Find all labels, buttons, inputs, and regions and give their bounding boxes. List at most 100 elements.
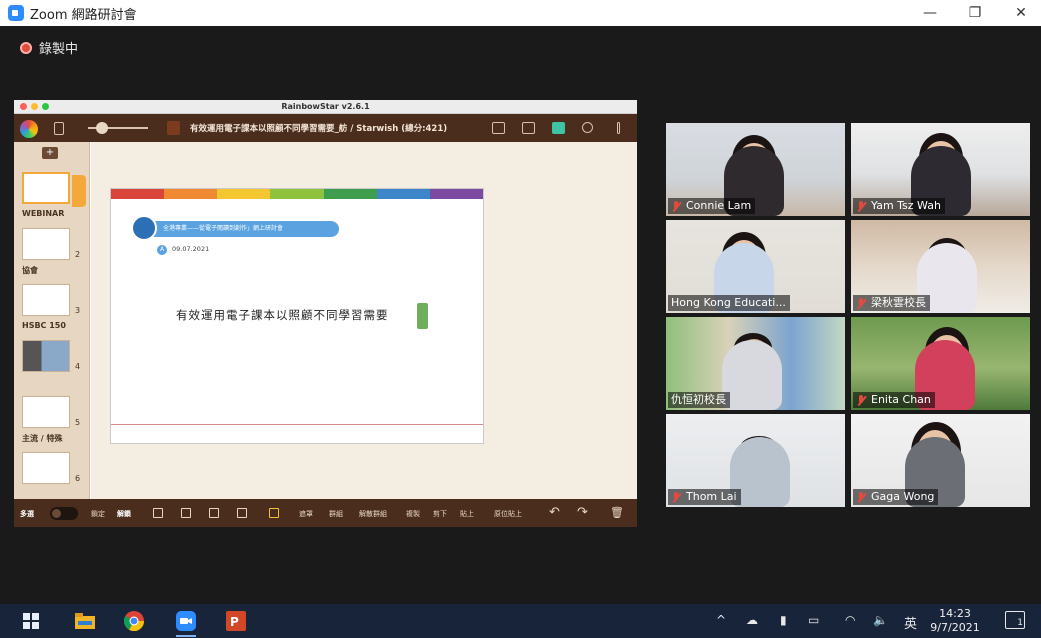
redo-icon[interactable]: ↷	[577, 505, 588, 520]
notifications-icon[interactable]: 1	[1005, 611, 1025, 629]
layer-backward-icon[interactable]	[209, 508, 219, 518]
copy-button[interactable]: 複製	[406, 509, 420, 519]
zoom-logo-icon	[8, 5, 24, 21]
rainbowstar-titlebar: RainbowStar v2.6.1	[14, 100, 637, 114]
participant-tile[interactable]: Enita Chan	[851, 317, 1030, 410]
participant-tile-active-speaker[interactable]: 仇恒初校長	[666, 317, 845, 410]
pen-icon	[131, 215, 157, 241]
layer-back-icon[interactable]	[237, 508, 247, 518]
recording-indicator[interactable]: 錄製中	[20, 38, 78, 57]
add-page-icon[interactable]	[552, 122, 565, 134]
trash-icon[interactable]: 🗑	[610, 506, 624, 519]
page-thumbnail-6[interactable]	[22, 452, 70, 484]
muted-mic-icon	[856, 297, 866, 309]
zoom-app-icon[interactable]	[173, 609, 199, 637]
page-thumbnail-number: 6	[75, 474, 81, 483]
participant-tile[interactable]: Hong Kong Educati...	[666, 220, 845, 313]
cut-button[interactable]: 剪下	[433, 509, 447, 519]
page-thumbnail-2[interactable]	[22, 228, 70, 260]
multi-select-toggle[interactable]	[50, 507, 78, 520]
page-thumbnail-number: 3	[75, 306, 81, 315]
page-thumbnail-1[interactable]	[22, 172, 70, 204]
page-thumbnail-3[interactable]	[22, 284, 70, 316]
lock-button[interactable]: 鎖定	[91, 509, 105, 519]
slide-date: 09.07.2021	[172, 245, 210, 253]
layer-forward-icon[interactable]	[181, 508, 191, 518]
taskbar-clock[interactable]: 14:23 9/7/2021	[930, 607, 980, 635]
slide-event-pill: 全港專業——從電子閱讀到創作」網上研討會	[133, 221, 339, 237]
page-thumbnail-number: 2	[75, 250, 81, 259]
page-thumbnail-5[interactable]	[22, 396, 70, 428]
multi-select-label: 多選	[20, 510, 34, 518]
chrome-icon[interactable]	[121, 609, 147, 633]
volume-icon[interactable]: 🔈	[873, 613, 888, 627]
muted-mic-icon	[671, 200, 681, 212]
participant-name-tag: Gaga Wong	[853, 489, 939, 505]
powerpoint-icon[interactable]: P	[223, 609, 249, 633]
rainbow-header-bar	[111, 189, 483, 199]
battery-icon[interactable]: ▭	[808, 613, 819, 627]
recording-label: 錄製中	[39, 42, 79, 57]
show-hidden-icons-icon[interactable]: ^	[716, 613, 726, 627]
page-thumbnail-4[interactable]	[22, 340, 70, 372]
participant-name-tag: Enita Chan	[853, 392, 935, 408]
participant-tile[interactable]: Yam Tsz Wah	[851, 123, 1030, 216]
mask-button[interactable]: 遮罩	[299, 509, 313, 519]
usb-device-icon[interactable]: ▮	[780, 613, 787, 627]
date-badge-icon: A	[157, 245, 167, 255]
window-title: Zoom 網路研討會	[30, 7, 137, 23]
mac-minimize-icon[interactable]	[31, 103, 38, 110]
paste-button[interactable]: 貼上	[460, 509, 474, 519]
play-icon[interactable]	[522, 122, 535, 134]
file-explorer-icon[interactable]	[72, 609, 98, 633]
participant-name-tag: 梁秋雲校長	[853, 295, 930, 311]
group-button[interactable]: 群組	[329, 509, 343, 519]
lock-icon[interactable]	[167, 121, 180, 135]
traffic-lights	[20, 103, 49, 110]
participant-name-tag: Connie Lam	[668, 198, 756, 214]
page-thumbnail-label: WEBINAR	[22, 209, 65, 218]
zoom-slider-handle[interactable]	[96, 122, 108, 134]
start-windows-icon[interactable]	[18, 609, 44, 633]
add-page-button[interactable]: +	[42, 147, 58, 159]
participant-name-tag: Yam Tsz Wah	[853, 198, 945, 214]
more-menu-icon[interactable]	[617, 122, 620, 134]
mac-close-icon[interactable]	[20, 103, 27, 110]
maximize-button[interactable]: ❐	[955, 0, 995, 26]
participant-name-tag: Thom Lai	[668, 489, 741, 505]
participant-tile[interactable]: Connie Lam	[666, 123, 845, 216]
wifi-icon[interactable]: ◠	[845, 613, 855, 627]
layout-icon[interactable]	[492, 122, 505, 134]
window-titlebar: Zoom 網路研討會 — ❐ ✕	[0, 0, 1041, 26]
slide-footer-line	[111, 424, 483, 425]
slide-canvas[interactable]: 全港專業——從電子閱讀到創作」網上研討會 A 09.07.2021 有效運用電子…	[91, 142, 637, 499]
layer-front-icon[interactable]	[153, 508, 163, 518]
bookmark-icon[interactable]	[54, 122, 64, 135]
crop-icon[interactable]	[269, 508, 279, 518]
onedrive-icon[interactable]: ☁	[746, 613, 758, 627]
unlock-button[interactable]: 解鎖	[117, 509, 131, 519]
muted-mic-icon	[671, 491, 681, 503]
participant-name-tag: Hong Kong Educati...	[668, 295, 790, 311]
clock-date: 9/7/2021	[930, 621, 980, 634]
paste-in-place-button[interactable]: 原位貼上	[494, 509, 522, 519]
participant-tile[interactable]: Gaga Wong	[851, 414, 1030, 507]
document-title: 有效運用電子課本以照顧不同學習需要_舫 / Starwish (總分:421)	[190, 124, 448, 134]
svg-text:P: P	[230, 615, 239, 629]
page-thumbnail-label: 主流 / 特殊	[22, 434, 63, 443]
mac-zoom-icon[interactable]	[42, 103, 49, 110]
ungroup-button[interactable]: 解散群組	[359, 509, 387, 519]
slide[interactable]: 全港專業——從電子閱讀到創作」網上研討會 A 09.07.2021 有效運用電子…	[110, 188, 484, 444]
participant-tile[interactable]: Thom Lai	[666, 414, 845, 507]
add-user-icon[interactable]	[582, 122, 593, 133]
windows-taskbar: P ^ ☁ ▮ ▭ ◠ 🔈 英 14:23 9/7/2021 1	[0, 604, 1041, 638]
rainbowstar-logo-icon[interactable]	[20, 120, 38, 138]
green-tag-icon[interactable]	[417, 303, 428, 329]
selected-page-settings-icon[interactable]	[72, 175, 86, 207]
close-button[interactable]: ✕	[1001, 0, 1041, 26]
participant-tile[interactable]: 梁秋雲校長	[851, 220, 1030, 313]
minimize-button[interactable]: —	[910, 0, 950, 26]
undo-icon[interactable]: ↶	[549, 505, 560, 520]
shared-screen[interactable]: RainbowStar v2.6.1 有效運用電子課本以照顧不同學習需要_舫 /…	[14, 100, 637, 527]
input-method-indicator[interactable]: 英	[904, 613, 917, 632]
